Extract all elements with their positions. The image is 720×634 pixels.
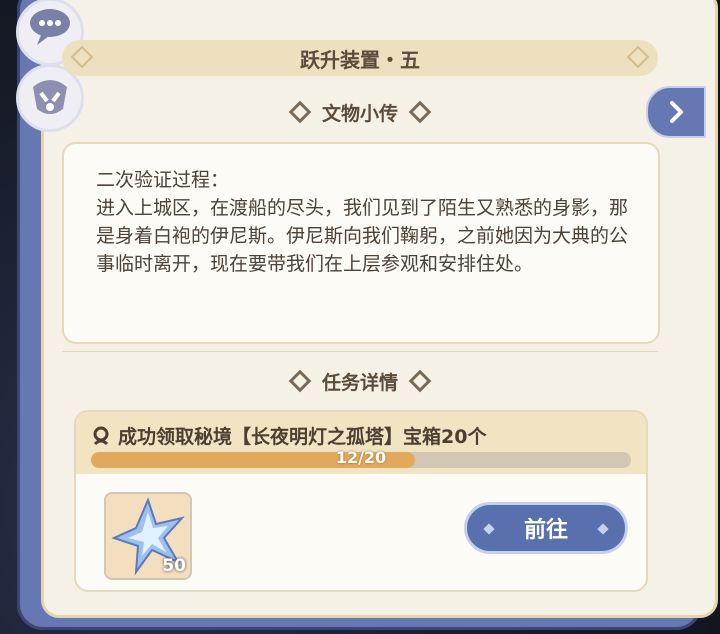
go-button[interactable]: 前往 xyxy=(464,502,628,554)
task-heading: 任务详情 xyxy=(0,366,720,396)
reward-item[interactable]: 50 xyxy=(104,492,192,580)
page-title: 跃升装置・五 xyxy=(300,47,420,72)
task-progress-text: 12/20 xyxy=(335,448,387,467)
title-ornament-right-icon xyxy=(626,45,650,69)
button-ornament-right-icon xyxy=(597,523,609,535)
button-ornament-left-icon xyxy=(483,523,495,535)
task-heading-label: 任务详情 xyxy=(321,371,398,394)
task-card: 成功领取秘境【长夜明灯之孤塔】宝箱20个 12/20 50 前往 xyxy=(74,410,648,592)
task-title: 成功领取秘境【长夜明灯之孤塔】宝箱20个 xyxy=(118,426,487,448)
lore-card: 二次验证过程： 进入上城区，在渡船的尽头，我们见到了陌生又熟悉的身影，那是身着白… xyxy=(62,142,660,344)
lore-heading-label: 文物小传 xyxy=(321,102,398,125)
task-progress-bar: 12/20 xyxy=(91,448,631,468)
quest-icon xyxy=(93,426,109,446)
task-header: 成功领取秘境【长夜明灯之孤塔】宝箱20个 12/20 xyxy=(76,412,646,474)
diamond-icon xyxy=(288,369,312,393)
page-title-bar: 跃升装置・五 xyxy=(62,40,658,76)
lore-heading: 文物小传 xyxy=(0,97,720,127)
diamond-icon xyxy=(288,100,312,124)
lore-text: 二次验证过程： 进入上城区，在渡船的尽头，我们见到了陌生又熟悉的身影，那是身着白… xyxy=(96,169,629,275)
diamond-icon xyxy=(408,369,432,393)
section-divider xyxy=(62,351,658,352)
diamond-icon xyxy=(408,100,432,124)
top-ornament-icon: ✦✧✦ xyxy=(347,0,407,6)
reward-count: 50 xyxy=(162,556,186,576)
title-ornament-left-icon xyxy=(70,45,94,69)
go-button-label: 前往 xyxy=(523,518,568,543)
